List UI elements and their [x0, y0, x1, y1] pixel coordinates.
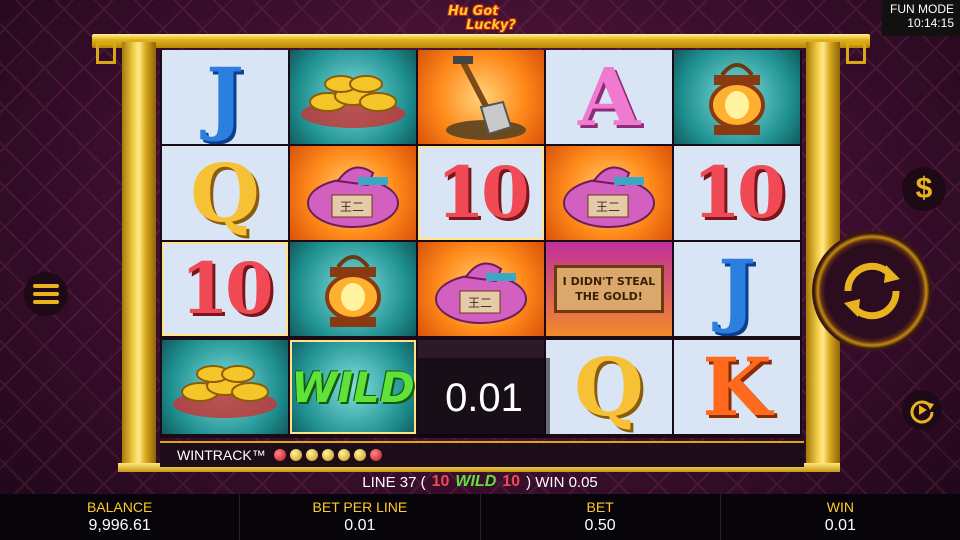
wintrack-dot: [273, 449, 286, 461]
symbol-ten: 10: [674, 146, 800, 240]
wintrack-dot: [305, 449, 318, 461]
spin-button[interactable]: [812, 231, 932, 351]
symbol-gold-ingots: [162, 340, 288, 434]
autoplay-button[interactable]: [902, 390, 942, 430]
wintrack-dot: [369, 449, 382, 461]
wintrack-dot: [337, 449, 350, 461]
bet-display[interactable]: BET 0.50: [481, 494, 721, 540]
symbol-wild: WILD: [290, 340, 416, 434]
frame-pillar-left: [122, 42, 156, 466]
line-info-symbol: 10: [502, 473, 521, 490]
status-box: FUN MODE 10:14:15: [882, 0, 960, 36]
spin-arrows-icon: [844, 262, 900, 320]
symbol-j: J: [674, 242, 800, 336]
frame-ornament-right: [846, 42, 866, 64]
sign-board: I DIDN'T STEAL THE GOLD!: [553, 265, 665, 313]
menu-button[interactable]: [24, 272, 68, 316]
dollar-icon: $: [915, 172, 933, 205]
line-info-symbol: 10: [431, 473, 450, 490]
symbol-money-bag: 王二: [546, 146, 672, 240]
wintrack-dot: [321, 449, 334, 461]
money-bag-icon: 王二: [307, 166, 399, 228]
symbol-q: Q: [546, 340, 672, 434]
shovel-icon: [446, 56, 526, 140]
game-logo: Hu Got Lucky?: [444, 2, 524, 38]
lantern-icon: [325, 255, 381, 327]
svg-text:王二: 王二: [340, 200, 364, 214]
win-amount-overlay: 0.01: [418, 358, 550, 438]
wintrack-dot: [289, 449, 302, 461]
svg-text:王二: 王二: [596, 200, 620, 214]
symbol-ten: 10: [418, 146, 544, 240]
gold-ingots-icon: [301, 75, 405, 128]
clock: 10:14:15: [907, 16, 954, 30]
balance-display: BALANCE 9,996.61: [0, 494, 241, 540]
bet-settings-button[interactable]: $: [902, 167, 946, 211]
mode-label: FUN MODE: [890, 2, 954, 16]
symbol-sign: I DIDN'T STEAL THE GOLD!: [546, 242, 672, 336]
symbol-j: J: [162, 50, 288, 144]
line-info-suffix: ) WIN 0.05: [526, 473, 598, 491]
lantern-icon: [709, 63, 765, 135]
frame-ornament-left: [96, 42, 116, 64]
wintrack: WINTRACK™: [160, 441, 804, 467]
wintrack-dot: [353, 449, 366, 461]
logo-line1: Hu Got: [448, 4, 499, 19]
wintrack-label: WINTRACK™: [177, 447, 266, 463]
symbol-gold-ingots: [290, 50, 416, 144]
hamburger-icon: [33, 284, 59, 304]
bet-per-line-display[interactable]: BET PER LINE 0.01: [240, 494, 481, 540]
line-win-info: LINE 37 ( 10 WILD 10 ) WIN 0.05: [0, 471, 960, 493]
symbol-q: Q: [162, 146, 288, 240]
autoplay-icon: [910, 400, 934, 424]
frame-top-beam: [92, 34, 870, 48]
symbol-lantern: [674, 50, 800, 144]
symbol-money-bag: 王二: [290, 146, 416, 240]
money-bag-icon: 王二: [435, 262, 527, 324]
logo-line2: Lucky?: [466, 18, 516, 33]
symbol-shovel: [418, 50, 544, 144]
svg-text:王二: 王二: [468, 296, 492, 310]
line-info-symbol: WILD: [455, 473, 497, 490]
win-display: WIN 0.01: [824, 499, 856, 534]
symbol-lantern: [290, 242, 416, 336]
gold-ingots-icon: [173, 365, 277, 418]
symbol-money-bag: 王二: [418, 242, 544, 336]
bottom-bar: BALANCE 9,996.61 BET PER LINE 0.01 BET 0…: [0, 494, 960, 540]
symbol-ten: 10: [162, 242, 288, 336]
symbol-k: K: [674, 340, 800, 434]
line-info-prefix: LINE 37 (: [362, 473, 426, 491]
money-bag-icon: 王二: [563, 166, 655, 228]
symbol-a: A: [546, 50, 672, 144]
